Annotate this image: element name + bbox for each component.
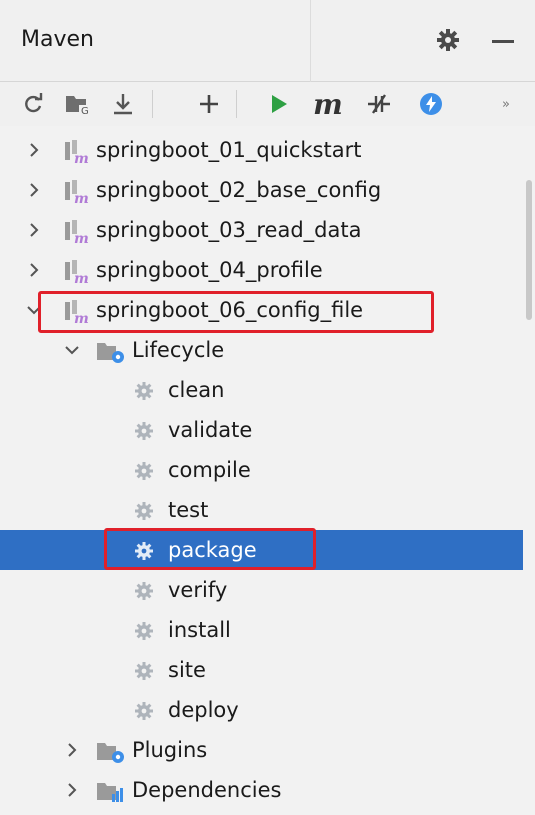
gear-icon <box>135 422 153 440</box>
maven-module-icon: m <box>65 140 89 164</box>
project-label: springboot_01_quickstart <box>96 138 362 162</box>
generate-sources-icon[interactable]: G <box>62 82 96 126</box>
gear-icon <box>135 662 153 680</box>
tree-row-goal[interactable]: test <box>0 490 523 530</box>
maven-module-icon: m <box>65 260 89 284</box>
dependencies-folder-icon <box>97 783 123 802</box>
goal-label: site <box>168 658 206 682</box>
maven-module-icon: m <box>65 180 89 204</box>
reload-icon[interactable] <box>18 82 48 126</box>
project-label: springboot_03_read_data <box>96 218 362 242</box>
highlight-box <box>38 291 434 333</box>
tree-row-goal[interactable]: site <box>0 650 523 690</box>
tree-row-goal[interactable]: compile <box>0 450 523 490</box>
tree-row-plugins[interactable]: Plugins <box>0 730 523 770</box>
download-icon[interactable] <box>108 82 138 126</box>
chevron-right-icon[interactable] <box>26 142 42 158</box>
scrollbar-thumb[interactable] <box>526 180 532 320</box>
offline-icon[interactable] <box>416 82 446 126</box>
tree-row-goal[interactable]: deploy <box>0 690 523 730</box>
skip-tests-icon[interactable] <box>362 82 396 126</box>
tree-row-project[interactable]: m springboot_01_quickstart <box>0 130 523 170</box>
minimize-icon[interactable] <box>492 40 514 43</box>
gear-icon <box>135 502 153 520</box>
lifecycle-label: Lifecycle <box>132 338 225 362</box>
tree-row-dependencies[interactable]: Dependencies <box>0 770 523 810</box>
run-icon[interactable] <box>264 82 294 126</box>
lifecycle-folder-icon <box>97 343 124 363</box>
plugins-folder-icon <box>97 743 124 763</box>
chevron-right-icon[interactable] <box>64 742 80 758</box>
dependencies-label: Dependencies <box>132 778 282 802</box>
svg-text:m: m <box>74 231 89 244</box>
more-icon[interactable]: » <box>496 82 516 126</box>
tree-row-project[interactable]: m springboot_02_base_config <box>0 170 523 210</box>
add-icon[interactable] <box>194 82 224 126</box>
tree-row-goal[interactable]: clean <box>0 370 523 410</box>
maven-module-icon: m <box>65 220 89 244</box>
execute-goal-icon[interactable]: m <box>308 82 348 126</box>
gear-icon <box>135 702 153 720</box>
gear-icon <box>135 622 153 640</box>
goal-label: deploy <box>168 698 239 722</box>
chevron-right-icon[interactable] <box>26 182 42 198</box>
goal-label: compile <box>168 458 251 482</box>
goal-label: verify <box>168 578 228 602</box>
chevron-right-icon[interactable] <box>64 782 80 798</box>
settings-gear-icon[interactable] <box>436 28 460 52</box>
tree-row-goal[interactable]: validate <box>0 410 523 450</box>
header-divider <box>310 0 311 82</box>
tree-row-lifecycle[interactable]: Lifecycle <box>0 330 523 370</box>
tree-row-goal[interactable]: verify <box>0 570 523 610</box>
toolbar-separator <box>236 90 237 118</box>
maven-tool-window: Maven G m » m springboot_01_quickstart m… <box>0 0 535 815</box>
chevron-right-icon[interactable] <box>26 222 42 238</box>
project-label: springboot_04_profile <box>96 258 323 282</box>
tool-window-title: Maven <box>21 27 94 52</box>
tree-row-goal[interactable]: install <box>0 610 523 650</box>
svg-text:m: m <box>74 271 89 284</box>
svg-text:m: m <box>74 151 89 164</box>
maven-toolbar: G m » <box>0 82 535 126</box>
highlight-box <box>104 528 316 570</box>
gear-icon <box>135 382 153 400</box>
chevron-right-icon[interactable] <box>26 262 42 278</box>
goal-label: clean <box>168 378 225 402</box>
toolbar-separator <box>152 90 153 118</box>
project-label: springboot_02_base_config <box>96 178 382 202</box>
goal-label: validate <box>168 418 253 442</box>
chevron-down-icon[interactable] <box>64 342 80 358</box>
tree-row-project[interactable]: m springboot_03_read_data <box>0 210 523 250</box>
svg-text:m: m <box>74 191 89 204</box>
goal-label: install <box>168 618 231 642</box>
gear-icon <box>135 582 153 600</box>
svg-text:G: G <box>81 106 89 116</box>
tool-window-header: Maven <box>0 0 535 82</box>
tree-row-project[interactable]: m springboot_04_profile <box>0 250 523 290</box>
goal-label: test <box>168 498 209 522</box>
plugins-label: Plugins <box>132 738 208 762</box>
gear-icon <box>135 462 153 480</box>
